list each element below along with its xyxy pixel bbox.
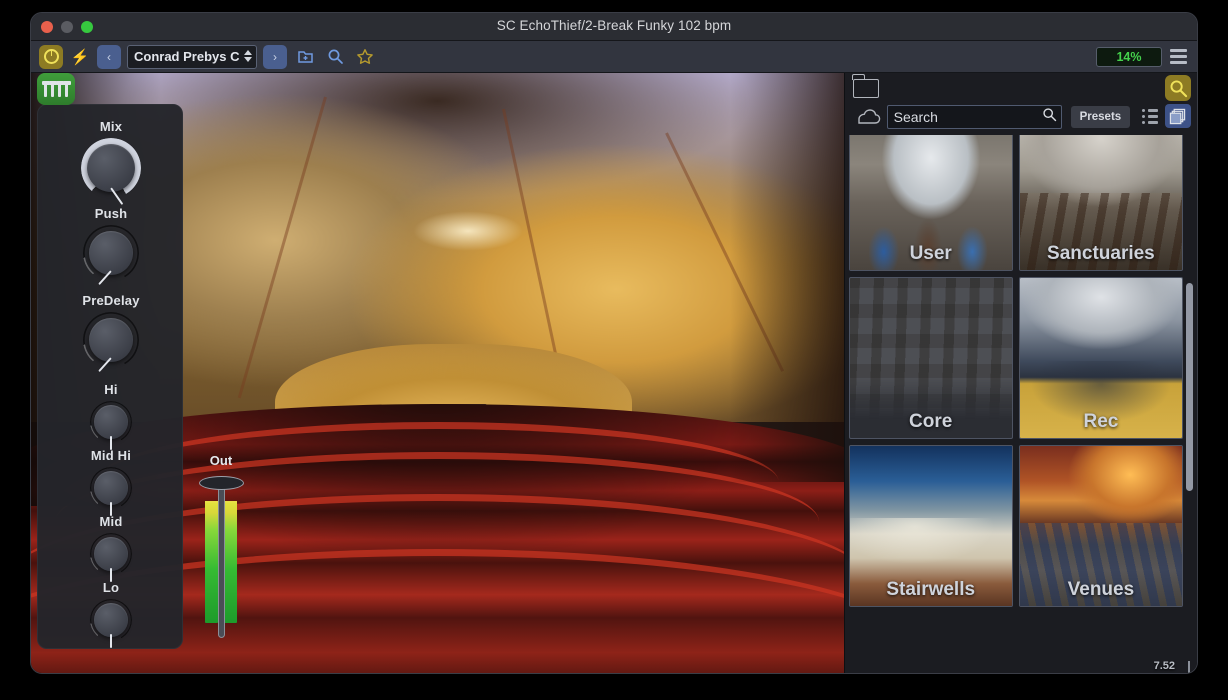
preset-tile-sanctuaries[interactable]: Sanctuaries [1018, 135, 1183, 271]
scrollbar-thumb[interactable] [1186, 283, 1193, 491]
window-title: SC EchoThief/2-Break Funky 102 bpm [496, 18, 732, 33]
knob-group-predelay: PreDelay [38, 293, 184, 373]
tile-label: Stairwells [886, 579, 976, 600]
list-view-icon[interactable] [1137, 104, 1163, 128]
presets-button[interactable]: Presets [1070, 106, 1131, 128]
knob-group-mid: Mid [38, 514, 184, 582]
search-input-value: Search [893, 109, 938, 125]
tile-label: Rec [1083, 411, 1119, 432]
preset-tile-scroll-area[interactable]: User Sanctuaries Core Rec Stairwells Ven… [845, 135, 1197, 673]
chevron-updown-icon[interactable] [244, 49, 252, 62]
knob-label-predelay: PreDelay [82, 293, 140, 308]
preset-tile-stairwells[interactable]: Stairwells [848, 445, 1013, 607]
fader-handle-icon[interactable] [199, 476, 244, 490]
knob-label-mix: Mix [99, 119, 123, 134]
prev-preset-button[interactable]: ‹ [97, 44, 121, 69]
preset-tile-venues[interactable]: Venues [1018, 445, 1183, 607]
knob-predelay[interactable] [83, 312, 139, 373]
hamburger-menu-icon[interactable] [1170, 49, 1189, 64]
knob-mix[interactable] [81, 138, 141, 205]
knob-lo[interactable] [90, 599, 132, 648]
preset-name-label: Conrad Prebys C [134, 49, 240, 64]
knob-mid[interactable] [90, 533, 132, 582]
knob-push[interactable] [83, 225, 139, 286]
resize-grip[interactable] [1188, 661, 1190, 673]
cloud-icon[interactable] [853, 109, 881, 124]
preset-tile-user[interactable]: User [848, 135, 1013, 271]
tile-label: Sanctuaries [1047, 243, 1155, 264]
plugin-toolbar: ⚡ ‹ Conrad Prebys C › 14% [31, 41, 1197, 73]
tile-label: Core [909, 411, 953, 432]
preset-tile-rec[interactable]: Rec [1018, 277, 1183, 439]
knob-hi[interactable] [90, 401, 132, 450]
star-icon[interactable] [353, 45, 377, 69]
grid-view-icon[interactable] [1164, 104, 1191, 128]
output-meter-group: Out [191, 453, 251, 643]
version-label: 7.52 [1153, 660, 1175, 672]
knob-group-push: Push [38, 206, 184, 286]
browser-scrollbar[interactable] [1185, 135, 1194, 673]
magnifier-icon[interactable] [1165, 75, 1191, 101]
browser-header: Search Presets [845, 73, 1197, 135]
knob-midhi[interactable] [90, 467, 132, 516]
plugin-window: SC EchoThief/2-Break Funky 102 bpm ⚡ ‹ C… [30, 12, 1198, 674]
knob-group-midhi: Mid Hi [38, 448, 184, 516]
preset-tile-grid: User Sanctuaries Core Rec Stairwells Ven… [848, 135, 1183, 607]
knob-label-lo: Lo [102, 580, 120, 595]
knob-group-hi: Hi [38, 382, 184, 450]
cpu-usage-meter: 14% [1096, 46, 1162, 67]
search-input[interactable]: Search [886, 105, 1062, 129]
save-preset-icon[interactable] [293, 45, 317, 69]
power-knob-icon[interactable] [39, 44, 63, 69]
tile-label: User [909, 243, 952, 264]
window-titlebar: SC EchoThief/2-Break Funky 102 bpm [31, 13, 1197, 41]
output-label: Out [209, 453, 233, 468]
plugin-body: Mix Push PreDelay Hi Mid Hi Mid Lo Out S… [31, 73, 1197, 673]
knob-label-mid: Mid [99, 514, 123, 529]
preset-name-field[interactable]: Conrad Prebys C [127, 44, 257, 69]
next-preset-button[interactable]: › [263, 44, 287, 69]
stereo-level-meter [191, 473, 251, 643]
knob-group-lo: Lo [38, 580, 184, 648]
reverb-visual-area: Mix Push PreDelay Hi Mid Hi Mid Lo Out [31, 73, 844, 673]
bolt-icon[interactable]: ⚡ [69, 45, 91, 69]
parameter-knob-panel: Mix Push PreDelay Hi Mid Hi Mid Lo [37, 104, 183, 649]
toolbar-right-group: 14% [1096, 46, 1189, 67]
tile-label: Venues [1067, 579, 1135, 600]
knob-label-push: Push [94, 206, 128, 221]
knob-group-mix: Mix [38, 119, 184, 205]
knob-label-midhi: Mid Hi [90, 448, 132, 463]
mixer-faders-icon[interactable] [37, 73, 75, 105]
search-icon[interactable] [1042, 107, 1057, 127]
meter-bar-right [224, 503, 237, 623]
preset-tile-core[interactable]: Core [848, 277, 1013, 439]
search-icon[interactable] [323, 45, 347, 69]
meter-bar-left [205, 503, 218, 623]
knob-label-hi: Hi [104, 382, 118, 397]
preset-browser-panel: Search Presets User Sanctuaries Core Rec… [843, 73, 1197, 673]
output-fader-track[interactable] [218, 483, 225, 638]
folder-icon[interactable] [852, 74, 879, 98]
